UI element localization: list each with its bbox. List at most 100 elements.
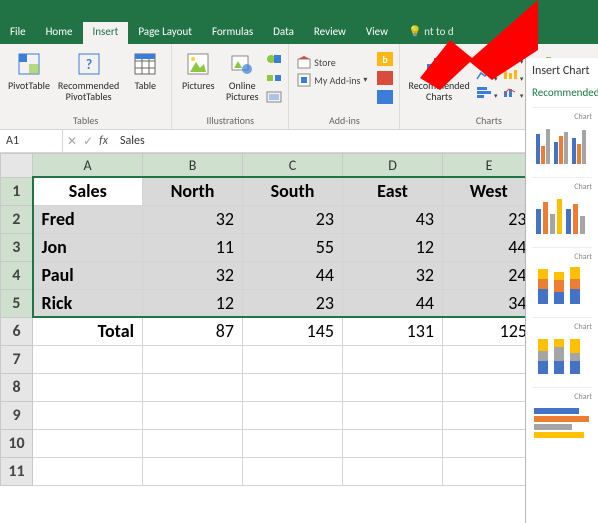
combo-chart-icon[interactable]: ▾ — [502, 86, 524, 101]
row-header[interactable]: 6 — [1, 317, 33, 345]
cell[interactable] — [243, 457, 343, 485]
cancel-icon[interactable]: ✕ — [67, 134, 77, 149]
cell[interactable] — [443, 373, 536, 401]
cell[interactable] — [33, 457, 143, 485]
select-all-corner[interactable] — [1, 154, 33, 178]
chart-thumbnail[interactable]: Chart — [532, 317, 592, 379]
cell[interactable]: South — [243, 177, 343, 205]
cell[interactable]: Jon — [33, 233, 143, 261]
cell[interactable] — [33, 401, 143, 429]
cell[interactable]: 44 — [343, 289, 443, 317]
tell-me-search[interactable]: 💡 nt to d — [398, 22, 464, 44]
tab-home[interactable]: Home — [36, 22, 83, 44]
cell[interactable]: 24 — [443, 261, 536, 289]
chart-thumbnail[interactable]: Chart — [532, 247, 592, 309]
cell[interactable]: 12 — [343, 233, 443, 261]
screenshot-icon[interactable] — [266, 90, 282, 107]
cell[interactable] — [143, 345, 243, 373]
cell[interactable]: Fred — [33, 205, 143, 233]
my-addins-button[interactable]: My Add-ins ▾ — [295, 72, 369, 88]
table-button[interactable]: Table — [125, 48, 165, 93]
cell[interactable]: Total — [33, 317, 143, 345]
cell[interactable]: East — [343, 177, 443, 205]
cell[interactable]: 23 — [243, 289, 343, 317]
cell[interactable] — [143, 457, 243, 485]
col-header[interactable]: E — [443, 154, 536, 178]
cell[interactable] — [343, 457, 443, 485]
pivottable-button[interactable]: PivotTable — [6, 48, 52, 93]
recommended-pivottables-button[interactable]: ? Recommended PivotTables — [56, 48, 121, 104]
store-button[interactable]: Store — [295, 54, 369, 70]
cell[interactable] — [243, 401, 343, 429]
spreadsheet-grid[interactable]: A B C D E 1 Sales North South East West … — [0, 153, 537, 486]
tab-formulas[interactable]: Formulas — [202, 22, 263, 44]
col-header[interactable]: A — [33, 154, 143, 178]
row-header[interactable]: 7 — [1, 345, 33, 373]
cell[interactable]: 23 — [243, 205, 343, 233]
cell[interactable] — [243, 429, 343, 457]
tab-data[interactable]: Data — [263, 22, 304, 44]
cell[interactable]: 12 — [143, 289, 243, 317]
formula-input[interactable]: Sales — [112, 134, 145, 148]
cell[interactable]: 145 — [243, 317, 343, 345]
tab-view[interactable]: View — [356, 22, 398, 44]
cell[interactable] — [33, 373, 143, 401]
people-graph-icon[interactable] — [377, 71, 393, 88]
cell[interactable] — [143, 401, 243, 429]
cell[interactable]: 34 — [443, 289, 536, 317]
cell[interactable] — [143, 373, 243, 401]
tab-review[interactable]: Review — [304, 22, 356, 44]
statistic-chart-icon[interactable]: ▾ — [502, 69, 524, 84]
cell[interactable] — [33, 429, 143, 457]
cell[interactable]: 87 — [143, 317, 243, 345]
cell[interactable]: 32 — [143, 205, 243, 233]
cell[interactable]: 32 — [343, 261, 443, 289]
cell[interactable] — [243, 345, 343, 373]
column-chart-icon[interactable]: ▾ — [476, 52, 498, 67]
cell[interactable] — [33, 345, 143, 373]
cell[interactable]: 32 — [143, 261, 243, 289]
row-header[interactable]: 3 — [1, 233, 33, 261]
visio-icon[interactable] — [377, 90, 393, 107]
row-header[interactable]: 8 — [1, 373, 33, 401]
cell[interactable]: 11 — [143, 233, 243, 261]
row-header[interactable]: 1 — [1, 177, 33, 205]
cell[interactable]: 131 — [343, 317, 443, 345]
fx-icon[interactable]: fx — [99, 134, 108, 148]
cell[interactable] — [443, 457, 536, 485]
recommended-charts-button[interactable]: ? Recommended Charts — [406, 48, 471, 104]
row-header[interactable]: 5 — [1, 289, 33, 317]
tab-file[interactable]: File — [0, 22, 36, 44]
cell[interactable] — [343, 345, 443, 373]
row-header[interactable]: 10 — [1, 429, 33, 457]
cell[interactable] — [143, 429, 243, 457]
line-chart-icon[interactable]: ▾ — [476, 69, 498, 84]
cell[interactable] — [343, 429, 443, 457]
online-pictures-button[interactable]: Online Pictures — [222, 48, 262, 104]
cell[interactable]: 44 — [443, 233, 536, 261]
shapes-icon[interactable] — [266, 52, 282, 69]
cell[interactable]: 55 — [243, 233, 343, 261]
row-header[interactable]: 2 — [1, 205, 33, 233]
cell[interactable] — [443, 429, 536, 457]
chart-thumbnail[interactable]: Chart — [532, 387, 592, 449]
cell[interactable]: 44 — [243, 261, 343, 289]
cell[interactable]: Rick — [33, 289, 143, 317]
tab-page-layout[interactable]: Page Layout — [128, 22, 202, 44]
row-header[interactable]: 11 — [1, 457, 33, 485]
bar-chart-icon[interactable]: ▾ — [476, 86, 498, 101]
cell[interactable]: Sales — [33, 177, 143, 205]
cell[interactable] — [343, 401, 443, 429]
tab-insert[interactable]: Insert — [83, 22, 129, 44]
cell[interactable]: West — [443, 177, 536, 205]
cell[interactable] — [443, 345, 536, 373]
pictures-button[interactable]: Pictures — [178, 48, 218, 93]
row-header[interactable]: 4 — [1, 261, 33, 289]
cell[interactable]: Paul — [33, 261, 143, 289]
col-header[interactable]: C — [243, 154, 343, 178]
col-header[interactable]: B — [143, 154, 243, 178]
name-box[interactable]: A1 — [0, 130, 63, 152]
cell[interactable]: 23 — [443, 205, 536, 233]
cell[interactable]: North — [143, 177, 243, 205]
bing-maps-icon[interactable]: b — [377, 52, 393, 69]
